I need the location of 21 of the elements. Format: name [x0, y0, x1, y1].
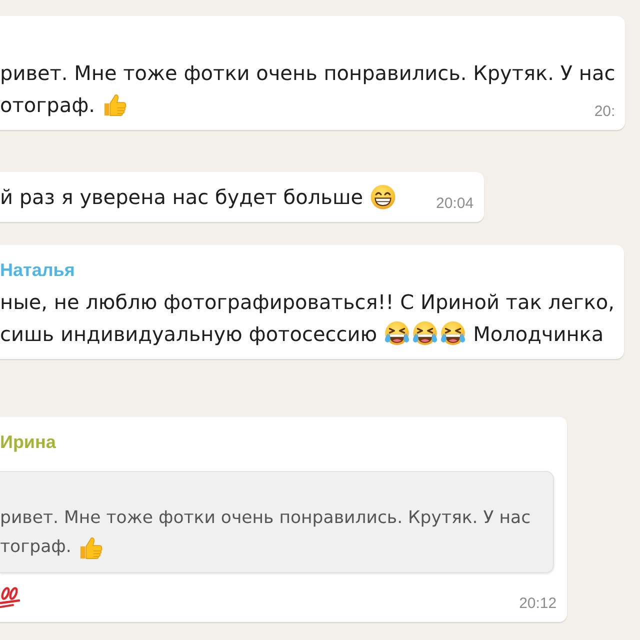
message-time: 20: [594, 104, 616, 120]
sender-name: Наталья [0, 259, 75, 281]
grinning-face-icon [370, 184, 396, 210]
message-text: Молодчинка [473, 321, 604, 348]
crying-laughing-face-icon [384, 321, 410, 347]
message-time: 20:12 [519, 596, 557, 612]
quoted-text: тограф. [0, 536, 72, 559]
message-text: сишь индивидуальную фотосессию [0, 321, 378, 348]
message-text: ривет. Мне тоже фотки очень понравились. Крутяк. У нас [0, 60, 616, 87]
quoted-text: ривет. Мне тоже фотки очень понравились. Крутяк. У нас [0, 507, 531, 530]
sender-name: Ирина [0, 431, 56, 453]
message-text: отограф. [0, 92, 96, 119]
message-time: 20:04 [436, 196, 474, 212]
thumbs-up-icon [78, 534, 104, 560]
crying-laughing-face-icon [412, 321, 438, 347]
thumbs-up-icon [102, 92, 128, 118]
message-text: ные, не люблю фотографироваться!! С Ириной так легко, [0, 289, 614, 316]
quoted-message[interactable]: ривет. Мне тоже фотки очень понравились. Крутяк. У нас тограф. [0, 471, 554, 573]
crying-laughing-face-icon [440, 321, 466, 347]
message-text: й раз я уверена нас будет больше [0, 184, 364, 211]
hundred-points-icon [0, 585, 20, 609]
